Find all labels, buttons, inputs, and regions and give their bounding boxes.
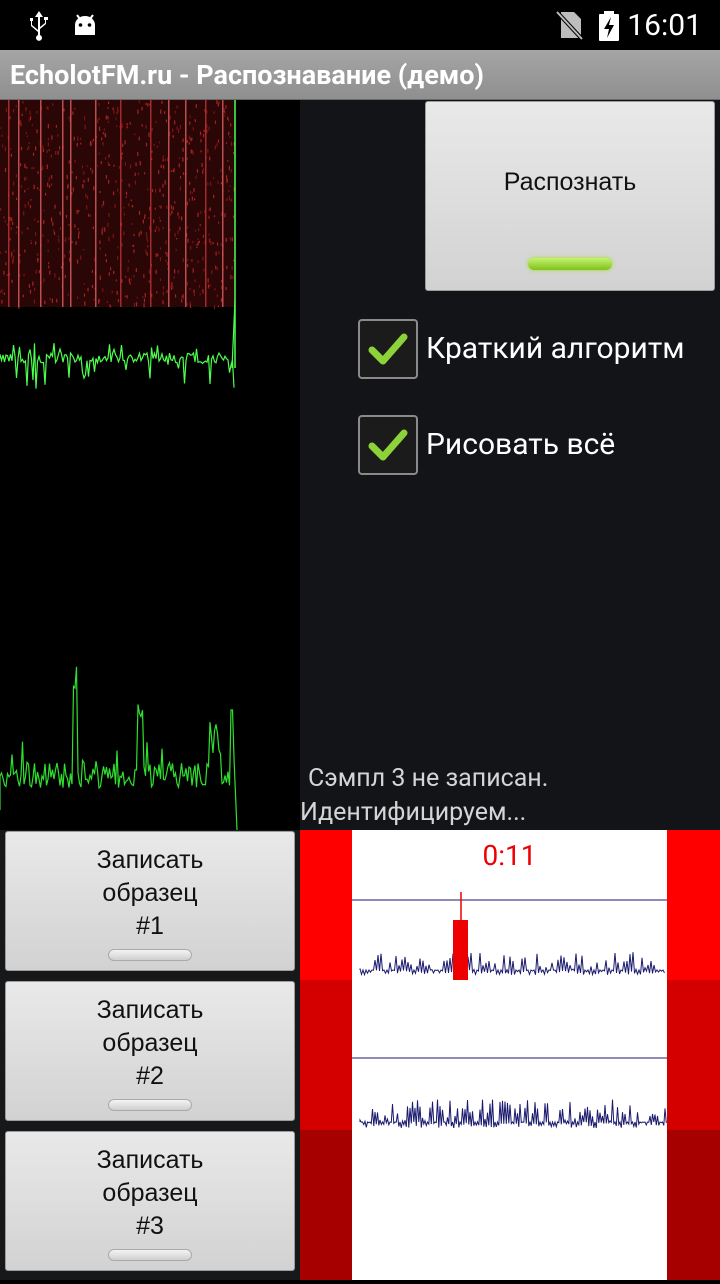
checkmark-icon xyxy=(368,429,408,461)
recognize-button[interactable]: Распознать xyxy=(425,101,715,291)
record-button-label: Записать образец #2 xyxy=(96,996,204,1090)
short-algorithm-label: Краткий алгоритм xyxy=(426,331,685,366)
status-line-2: Идентифицируем... xyxy=(300,798,527,827)
app-title-bar: EcholotFM.ru - Распознавание (демо) xyxy=(0,50,720,100)
waveform-panel xyxy=(300,830,720,1280)
level-bar xyxy=(667,980,720,1130)
usb-icon xyxy=(30,11,48,41)
record-button-label: Записать образец #3 xyxy=(96,1146,204,1240)
recognize-button-label: Распознать xyxy=(503,168,637,196)
record-indicator xyxy=(108,1099,192,1111)
level-bar xyxy=(667,1130,720,1280)
app-title: EcholotFM.ru - Распознавание (демо) xyxy=(10,59,485,91)
level-bar xyxy=(300,1130,352,1280)
record-button-label: Записать образец #1 xyxy=(96,846,204,940)
draw-all-checkbox[interactable] xyxy=(358,415,418,475)
record-sample-3-button[interactable]: Записать образец #3 xyxy=(5,1131,295,1271)
spectrum-line xyxy=(0,666,238,831)
level-bar xyxy=(300,980,352,1130)
draw-all-label: Рисовать всё xyxy=(426,427,616,462)
recognize-indicator xyxy=(528,258,612,270)
spectrogram xyxy=(0,100,235,307)
android-icon xyxy=(75,14,95,35)
spectrogram-panel xyxy=(0,100,300,831)
level-bar xyxy=(300,830,352,980)
spectrum-line xyxy=(0,343,235,389)
record-sample-1-button[interactable]: Записать образец #1 xyxy=(5,831,295,971)
battery-charging-icon xyxy=(599,11,619,41)
level-bar xyxy=(667,830,720,980)
sample-waveforms xyxy=(300,830,720,1280)
spectrum-graph xyxy=(0,100,238,831)
recording-timer: 0:11 xyxy=(482,839,537,872)
status-line-1: Сэмпл 3 не записан. xyxy=(308,764,549,793)
record-indicator xyxy=(108,949,192,961)
no-sim-icon xyxy=(555,10,584,41)
record-indicator xyxy=(108,1249,192,1261)
record-sample-2-button[interactable]: Записать образец #2 xyxy=(5,981,295,1121)
short-algorithm-checkbox[interactable] xyxy=(358,319,418,379)
playhead-marker xyxy=(453,920,468,980)
clock: 16:01 xyxy=(627,8,702,43)
status-bar: 16:01 xyxy=(0,0,720,50)
checkmark-icon xyxy=(368,333,408,365)
status-message: Сэмпл 3 не записан. Идентифицируем... xyxy=(300,762,720,830)
